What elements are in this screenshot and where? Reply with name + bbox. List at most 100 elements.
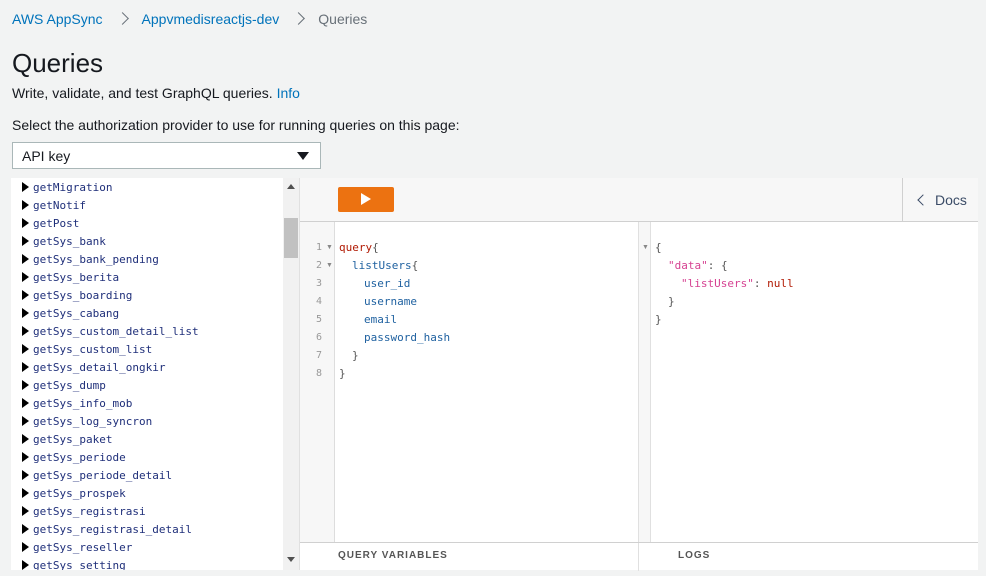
expand-triangle-icon[interactable]: [22, 290, 29, 300]
auth-provider-select[interactable]: API key: [12, 142, 321, 169]
expand-triangle-icon[interactable]: [22, 236, 29, 246]
code-brace: {: [372, 241, 379, 254]
explorer-item[interactable]: getSys_bank: [11, 232, 283, 250]
query-editor[interactable]: 1 ▼ 2 ▼ 3 4 5 6 7 8 query{ listUsers{ us…: [300, 222, 638, 542]
explorer-item[interactable]: getSys_boarding: [11, 286, 283, 304]
fold-arrow-icon[interactable]: ▼: [326, 257, 333, 275]
query-variables-tab[interactable]: QUERY VARIABLES: [338, 550, 448, 561]
explorer-item[interactable]: getSys_custom_list: [11, 340, 283, 358]
expand-triangle-icon[interactable]: [22, 560, 29, 570]
fold-arrow-icon[interactable]: ▼: [642, 239, 649, 257]
expand-triangle-icon[interactable]: [22, 200, 29, 210]
expand-triangle-icon[interactable]: [22, 218, 29, 228]
scroll-up-arrow-icon[interactable]: [287, 184, 295, 189]
explorer-item[interactable]: getSys_custom_detail_list: [11, 322, 283, 340]
expand-triangle-icon[interactable]: [22, 398, 29, 408]
expand-triangle-icon[interactable]: [22, 308, 29, 318]
breadcrumb-api-link[interactable]: Appvmedisreactjs-dev: [142, 11, 280, 27]
expand-triangle-icon[interactable]: [22, 452, 29, 462]
explorer-item[interactable]: getSys_registrasi_detail: [11, 520, 283, 538]
expand-triangle-icon[interactable]: [22, 488, 29, 498]
explorer-item[interactable]: getPost: [11, 214, 283, 232]
expand-triangle-icon[interactable]: [22, 380, 29, 390]
explorer-item[interactable]: getSys_log_syncron: [11, 412, 283, 430]
explorer-item-label: getSys_prospek: [33, 486, 126, 500]
expand-triangle-icon[interactable]: [22, 506, 29, 516]
result-line: "listUsers": null: [681, 277, 794, 290]
fold-arrow-icon[interactable]: ▼: [326, 239, 333, 257]
explorer-item-label: getSys_bank: [33, 234, 106, 248]
line-number: 4: [315, 296, 322, 307]
result-line: "data": {: [668, 259, 728, 272]
result-key-listusers: "listUsers": [681, 277, 754, 290]
explorer-item[interactable]: getSys_paket: [11, 430, 283, 448]
explorer-item[interactable]: getSys_reseller: [11, 538, 283, 556]
expand-triangle-icon[interactable]: [22, 542, 29, 552]
page-subtitle: Write, validate, and test GraphQL querie…: [12, 84, 300, 102]
explorer-item-label: getSys_periode: [33, 450, 126, 464]
explorer-item[interactable]: getSys_info_mob: [11, 394, 283, 412]
expand-triangle-icon[interactable]: [22, 344, 29, 354]
auth-provider-value: API key: [22, 147, 71, 164]
explorer-item[interactable]: getSys_periode: [11, 448, 283, 466]
root-field: listUsers: [352, 259, 412, 272]
explorer-item[interactable]: getSys_dump: [11, 376, 283, 394]
graphiql-panel: Docs 1 ▼ 2 ▼ 3 4 5 6 7 8 query{ listUser…: [299, 178, 978, 571]
code-brace: }: [339, 367, 346, 380]
explorer-item[interactable]: getMigration: [11, 178, 283, 196]
breadcrumb-current: Queries: [318, 11, 368, 27]
explorer-item[interactable]: getSys_detail_ongkir: [11, 358, 283, 376]
explorer-item-label: getSys_bank_pending: [33, 252, 159, 266]
line-number: 7: [315, 350, 322, 361]
caret-down-icon: [297, 152, 309, 160]
expand-triangle-icon[interactable]: [22, 182, 29, 192]
explorer-item-label: getSys_reseller: [33, 540, 133, 554]
explorer-item[interactable]: getSys_bank_pending: [11, 250, 283, 268]
code-brace: }: [655, 313, 662, 326]
explorer-item[interactable]: getSys_setting: [11, 556, 283, 570]
explorer-item-label: getSys_setting: [33, 558, 126, 571]
result-value-null: null: [767, 277, 794, 290]
expand-triangle-icon[interactable]: [22, 416, 29, 426]
expand-triangle-icon[interactable]: [22, 254, 29, 264]
explorer-item[interactable]: getSys_cabang: [11, 304, 283, 322]
logs-tab[interactable]: LOGS: [678, 550, 710, 561]
line-number: 1: [315, 242, 322, 253]
expand-triangle-icon[interactable]: [22, 470, 29, 480]
explorer-item-label: getSys_boarding: [33, 288, 133, 302]
code-brace: {: [411, 259, 419, 272]
expand-triangle-icon[interactable]: [22, 434, 29, 444]
code-line: listUsers{: [352, 257, 418, 275]
docs-button[interactable]: Docs: [902, 178, 978, 222]
auth-provider-label: Select the authorization provider to use…: [12, 117, 460, 133]
breadcrumb-appsync-link[interactable]: AWS AppSync: [12, 11, 103, 27]
result-key-data: "data": [668, 259, 708, 272]
query-explorer: getMigration getNotif getPost getSys_bankge…: [11, 178, 299, 570]
explorer-scrollbar[interactable]: [283, 178, 299, 570]
expand-triangle-icon[interactable]: [22, 524, 29, 534]
explorer-item-label: getSys_dump: [33, 378, 106, 392]
explorer-item[interactable]: getNotif: [11, 196, 283, 214]
info-link[interactable]: Info: [277, 85, 300, 101]
expand-triangle-icon[interactable]: [22, 272, 29, 282]
scroll-down-arrow-icon[interactable]: [287, 557, 295, 562]
expand-triangle-icon[interactable]: [22, 326, 29, 336]
expand-triangle-icon[interactable]: [22, 362, 29, 372]
explorer-item-label: getSys_log_syncron: [33, 414, 153, 428]
graphiql-toolbar: Docs: [300, 178, 978, 222]
explorer-item[interactable]: getSys_periode_detail: [11, 466, 283, 484]
code-brace: {: [655, 241, 662, 254]
chevron-left-icon: [917, 194, 929, 206]
explorer-item-label: getMigration: [33, 180, 113, 194]
explorer-item[interactable]: getSys_berita: [11, 268, 283, 286]
divider: [638, 543, 639, 571]
editor-gutter: 1 ▼ 2 ▼ 3 4 5 6 7 8: [300, 222, 335, 542]
scrollbar-thumb[interactable]: [284, 218, 298, 258]
explorer-item[interactable]: getSys_registrasi: [11, 502, 283, 520]
line-number: 3: [315, 278, 322, 289]
result-viewer[interactable]: ▼ { "data": { "listUsers": null } }: [638, 222, 978, 542]
explorer-item[interactable]: getSys_prospek: [11, 484, 283, 502]
line-number: 8: [315, 368, 322, 379]
run-query-button[interactable]: [338, 187, 394, 212]
code-field: password_hash: [364, 331, 451, 344]
